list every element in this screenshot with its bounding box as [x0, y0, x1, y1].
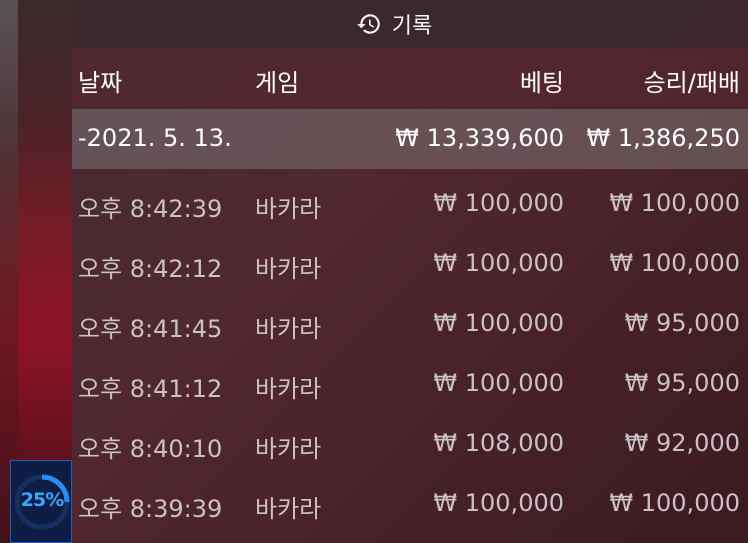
row-time: 오후 8:42:12: [78, 255, 223, 283]
table-row[interactable]: 오후 8:42:12 바카라 ₩ 100,000 ₩ 100,000: [72, 234, 748, 294]
column-game: 게임: [255, 69, 300, 97]
row-time: 오후 8:39:39: [78, 495, 223, 523]
row-game: 바카라: [255, 195, 322, 223]
row-bet: ₩ 100,000: [433, 189, 564, 217]
row-time: 오후 8:41:45: [78, 315, 223, 343]
timer-progress-indicator: 25%: [10, 460, 72, 543]
table-row[interactable]: 오후 8:40:10 바카라 ₩ 108,000 ₩ 92,000: [72, 414, 748, 474]
row-game: 바카라: [255, 255, 322, 283]
summary-bet: ₩ 13,339,600: [395, 124, 564, 152]
row-win-loss: ₩ 95,000: [624, 369, 740, 397]
row-game: 바카라: [255, 375, 322, 403]
history-icon: [356, 14, 380, 34]
row-bet: ₩ 100,000: [433, 249, 564, 277]
column-win-loss: 승리/패배: [643, 69, 740, 97]
date-summary-row[interactable]: -2021. 5. 13. ₩ 13,339,600 ₩ 1,386,250: [72, 109, 748, 169]
table-row[interactable]: 오후 8:41:12 바카라 ₩ 100,000 ₩ 95,000: [72, 354, 748, 414]
row-bet: ₩ 100,000: [433, 369, 564, 397]
column-date: 날짜: [78, 69, 123, 97]
summary-win-loss: ₩ 1,386,250: [586, 124, 740, 152]
table-row[interactable]: 오후 8:41:45 바카라 ₩ 100,000 ₩ 95,000: [72, 294, 748, 354]
table-header: 날짜 게임 베팅 승리/패배: [72, 50, 748, 106]
row-bet: ₩ 100,000: [433, 309, 564, 337]
row-time: 오후 8:41:12: [78, 375, 223, 403]
row-game: 바카라: [255, 315, 322, 343]
row-win-loss: ₩ 95,000: [624, 309, 740, 337]
row-game: 바카라: [255, 495, 322, 523]
row-time: 오후 8:40:10: [78, 435, 223, 463]
row-win-loss: ₩ 100,000: [609, 189, 740, 217]
summary-date: -2021. 5. 13.: [78, 124, 232, 152]
table-row[interactable]: 오후 8:39:39 바카라 ₩ 100,000 ₩ 100,000: [72, 474, 748, 534]
row-game: 바카라: [255, 435, 322, 463]
row-bet: ₩ 108,000: [433, 429, 564, 457]
row-win-loss: ₩ 100,000: [609, 249, 740, 277]
column-bet: 베팅: [519, 69, 564, 97]
table-row[interactable]: 오후 8:42:39 바카라 ₩ 100,000 ₩ 100,000: [72, 174, 748, 234]
history-title: 기록: [391, 14, 433, 39]
row-win-loss: ₩ 92,000: [624, 429, 740, 457]
row-win-loss: ₩ 100,000: [609, 489, 740, 517]
progress-percent: 25%: [20, 489, 64, 511]
row-bet: ₩ 100,000: [433, 489, 564, 517]
history-panel: 기록 날짜 게임 베팅 승리/패배 -2021. 5. 13. ₩ 13,339…: [72, 0, 748, 543]
row-time: 오후 8:42:39: [78, 195, 223, 223]
history-header: 기록: [72, 0, 748, 48]
